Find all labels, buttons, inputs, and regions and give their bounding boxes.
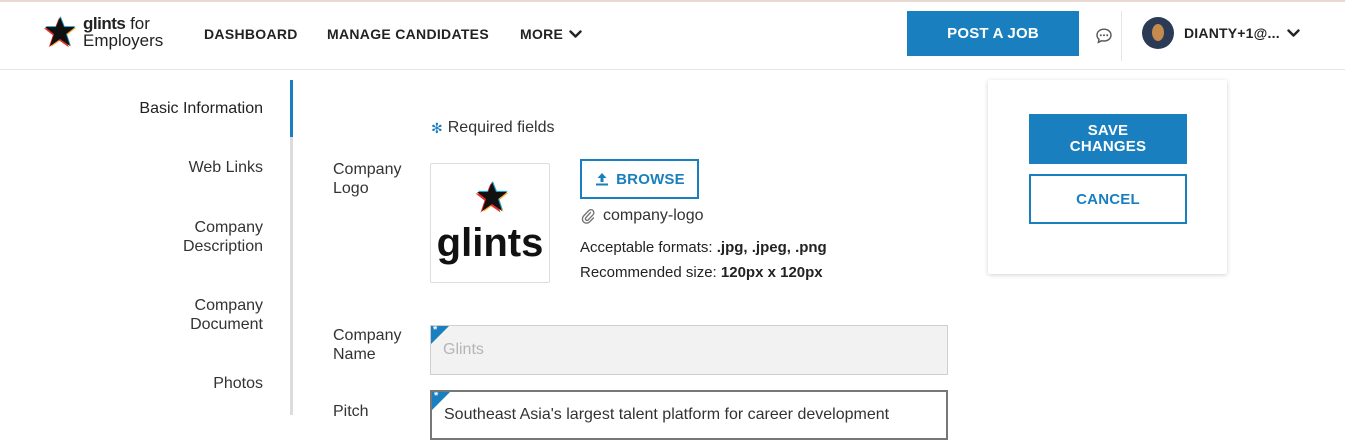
glints-logo-image: glints — [437, 180, 544, 265]
company-logo-preview: glints — [430, 163, 550, 283]
sidebar-item-photos[interactable]: Photos — [213, 374, 263, 393]
formats-value: .jpg, .jpeg, .png — [716, 239, 827, 256]
pitch-value: Southeast Asia's largest talent platform… — [444, 406, 890, 423]
paperclip-icon — [581, 209, 595, 224]
required-fields-note: ✻ Required fields — [431, 119, 554, 137]
sidebar-item-company-description[interactable]: Company Description — [153, 218, 263, 256]
post-a-job-button[interactable]: POST A JOB — [907, 11, 1079, 56]
logo-text: glints for Employers — [83, 15, 163, 49]
top-navbar: glints for Employers DASHBOARD MANAGE CA… — [0, 2, 1345, 70]
chevron-down-icon — [569, 29, 582, 38]
company-logo-label: Company Logo — [333, 161, 402, 197]
sidebar-item-basic-information[interactable]: Basic Information — [139, 99, 263, 118]
pitch-input[interactable]: * Southeast Asia's largest talent platfo… — [430, 390, 948, 440]
file-name: company-logo — [603, 207, 704, 224]
sidebar-item-company-document[interactable]: Company Document — [153, 296, 263, 334]
nav-manage-candidates[interactable]: MANAGE CANDIDATES — [327, 26, 489, 42]
logo-wordmark: glints — [437, 221, 544, 265]
size-value: 120px x 120px — [720, 264, 823, 281]
sidebar-active-indicator — [290, 80, 293, 137]
chat-bubble-icon[interactable] — [1094, 26, 1114, 46]
company-name-field[interactable]: * Glints — [430, 325, 948, 375]
acceptable-formats: Acceptable formats: .jpg, .jpeg, .png — [580, 239, 827, 256]
cancel-button[interactable]: CANCEL — [1029, 174, 1187, 224]
glints-star-logo-icon — [44, 16, 76, 48]
user-menu[interactable]: DIANTY+1@... — [1184, 25, 1300, 41]
employer-logo[interactable]: glints for Employers — [44, 15, 163, 49]
browse-label: BROWSE — [616, 170, 685, 188]
formats-prefix: Acceptable formats: — [580, 239, 717, 256]
recommended-size: Recommended size: 120px x 120px — [580, 264, 823, 281]
size-prefix: Recommended size: — [580, 264, 721, 281]
required-asterisk-icon: * — [433, 325, 438, 336]
pitch-label: Pitch — [333, 403, 369, 420]
upload-icon — [596, 173, 609, 186]
asterisk-icon: ✻ — [431, 119, 443, 136]
sidebar-item-web-links[interactable]: Web Links — [189, 158, 263, 177]
required-asterisk-icon: * — [434, 390, 439, 402]
company-name-label: Company Name — [333, 327, 402, 363]
header-divider — [1121, 11, 1122, 61]
nav-more[interactable]: MORE — [520, 26, 582, 42]
save-changes-button[interactable]: SAVE CHANGES — [1029, 114, 1187, 164]
nav-dashboard[interactable]: DASHBOARD — [204, 26, 298, 42]
user-name: DIANTY+1@... — [1184, 25, 1280, 41]
required-fields-text: Required fields — [447, 119, 555, 136]
browse-button[interactable]: BROWSE — [580, 159, 699, 199]
avatar[interactable] — [1142, 17, 1174, 49]
nav-more-label: MORE — [520, 26, 564, 42]
save-changes-label: SAVE CHANGES — [1069, 122, 1147, 155]
uploaded-file: company-logo — [581, 207, 704, 225]
chevron-down-icon — [1287, 28, 1300, 37]
company-name-placeholder: Glints — [443, 341, 484, 358]
logo-sub: Employers — [83, 31, 164, 50]
